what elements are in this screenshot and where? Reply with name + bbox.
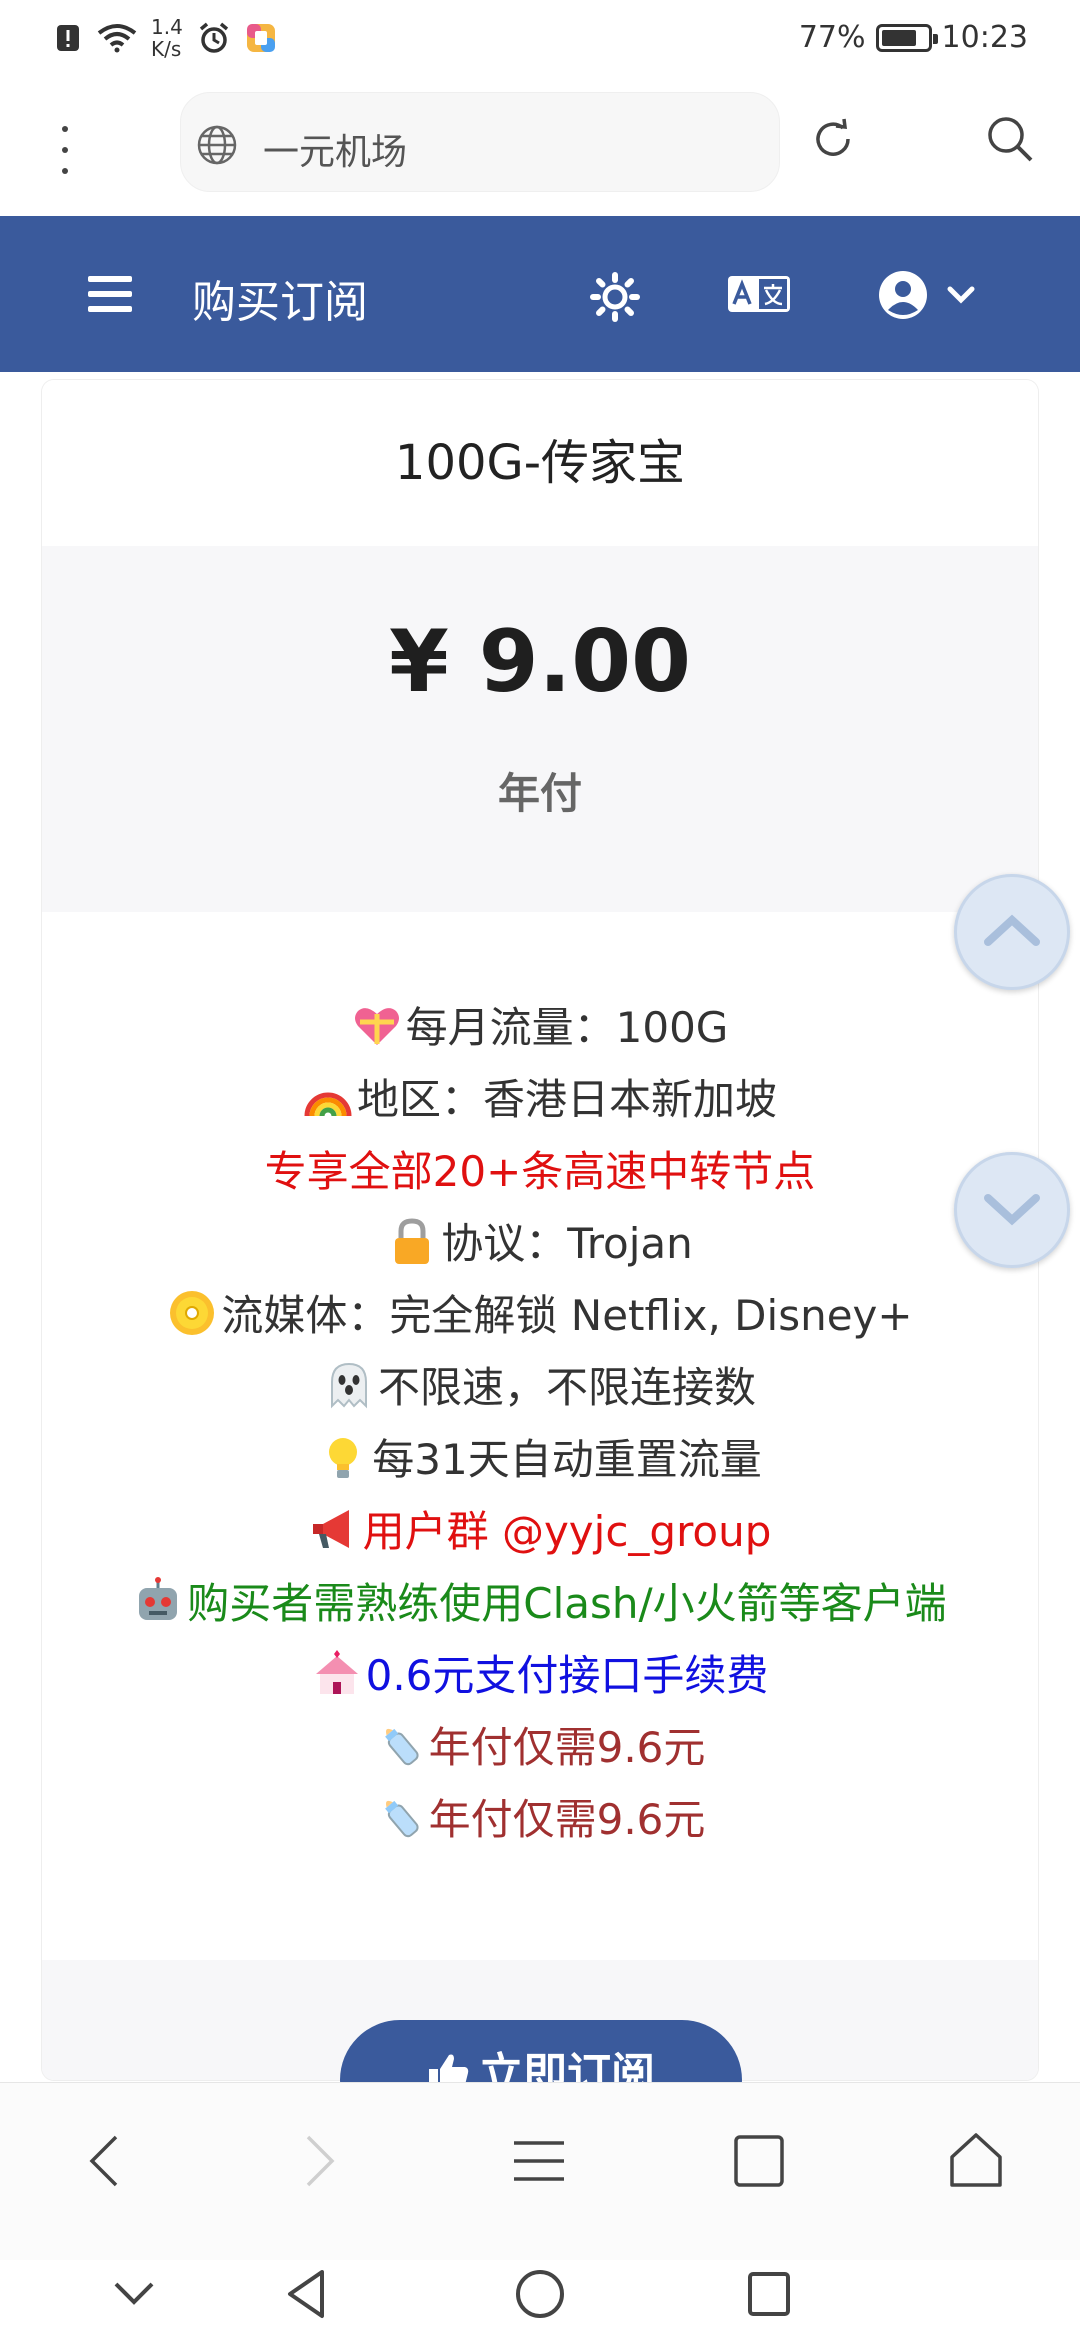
home-icon[interactable] (948, 2131, 1004, 2191)
feature-text: 购买者需熟练使用Clash/小火箭等客户端 (187, 1579, 947, 1628)
baby-bottle-icon (384, 1728, 419, 1766)
scroll-down-button[interactable] (954, 1152, 1070, 1268)
scroll-up-button[interactable] (954, 874, 1070, 990)
back-icon[interactable] (80, 2131, 130, 2191)
battery-percent: 77% (798, 20, 866, 55)
wifi-icon (97, 24, 137, 53)
feature-item: 每31天自动重置流量 (42, 1424, 1038, 1496)
plan-card: 100G-传家宝 ¥ 9.00 年付 每月流量：100G 地区：香港日本新加坡 … (42, 380, 1038, 2080)
feature-text: 专享全部20+条高速中转节点 (264, 1147, 816, 1196)
hide-keyboard-icon[interactable] (112, 2278, 156, 2308)
feature-text: 地区：香港日本新加坡 (356, 1075, 777, 1124)
megaphone-icon (312, 1510, 349, 1548)
feature-item: 购买者需熟练使用Clash/小火箭等客户端 (42, 1568, 1038, 1640)
lock-icon (395, 1218, 430, 1264)
status-bar: 1.4 K/s 77% 10:23 (0, 0, 1080, 80)
price-section: ¥ 9.00 年付 (42, 546, 1038, 912)
scroll-down-icon (984, 1194, 1040, 1226)
reload-icon[interactable] (810, 116, 856, 162)
wedding-icon (315, 1650, 358, 1694)
feature-item: 专享全部20+条高速中转节点 (42, 1136, 1038, 1208)
nav-back-icon[interactable] (282, 2266, 332, 2322)
network-speed-value: 1.4 (151, 15, 183, 39)
nav-home-icon[interactable] (514, 2266, 566, 2322)
feature-item: 每月流量：100G (42, 992, 1038, 1064)
url-field[interactable]: 一元机场 (180, 92, 780, 192)
feature-list: 每月流量：100G 地区：香港日本新加坡 专享全部20+条高速中转节点 协议：T… (42, 912, 1038, 1960)
feature-item: 地区：香港日本新加坡 (42, 1064, 1038, 1136)
user-avatar-icon (879, 271, 927, 319)
feature-text: 协议：Trojan (441, 1219, 693, 1268)
feature-text: 用户群 @yyjc_group (362, 1507, 772, 1556)
feature-item: 流媒体：完全解锁 Netflix, Disney+ (42, 1280, 1038, 1352)
feature-text: 每月流量：100G (405, 1003, 729, 1052)
feature-item: 年付仅需9.6元 (42, 1784, 1038, 1856)
status-left-icons: 1.4 K/s (55, 16, 277, 60)
feature-item: 不限速，不限连接数 (42, 1352, 1038, 1424)
search-icon[interactable] (985, 114, 1035, 164)
feature-text: 流媒体：完全解锁 Netflix, Disney+ (221, 1291, 913, 1340)
app-notification-icon (246, 24, 275, 52)
scroll-up-icon (984, 914, 1040, 946)
menu-lines-icon[interactable] (512, 2131, 566, 2191)
theme-sun-icon[interactable] (590, 272, 640, 322)
network-speed-unit: K/s (151, 37, 182, 61)
feature-item: 年付仅需9.6元 (42, 1712, 1038, 1784)
ghost-icon (330, 1362, 367, 1409)
feature-text: 年付仅需9.6元 (428, 1723, 706, 1772)
status-right: 77% 10:23 (799, 20, 1028, 55)
alarm-icon (199, 22, 228, 53)
browser-address-bar: 一元机场 (0, 80, 1080, 216)
feature-item: 协议：Trojan (42, 1208, 1038, 1280)
battery-icon (875, 23, 938, 52)
plan-price: ¥ 9.00 (389, 612, 691, 712)
baby-bottle-icon (384, 1800, 419, 1838)
url-text: 一元机场 (263, 132, 408, 173)
feature-item: 0.6元支付接口手续费 (42, 1640, 1038, 1712)
nav-recents-icon[interactable] (746, 2268, 792, 2320)
notification-alert-icon (57, 25, 79, 51)
more-vert-icon[interactable] (50, 120, 80, 180)
feature-text: 每31天自动重置流量 (372, 1435, 762, 1484)
gift-heart-icon (354, 1008, 399, 1045)
page-title: 购买订阅 (192, 277, 368, 328)
forward-icon[interactable] (294, 2131, 344, 2191)
tabs-icon[interactable] (732, 2131, 786, 2191)
browser-toolbar (0, 2082, 1080, 2260)
translate-icon[interactable] (728, 276, 790, 312)
battery-level-fill (881, 29, 916, 46)
plan-name: 100G-传家宝 (42, 380, 1038, 546)
app-header: 购买订阅 (0, 216, 1080, 372)
clock: 10:23 (941, 20, 1028, 55)
feature-item: 用户群 @yyjc_group (42, 1496, 1038, 1568)
feature-text: 不限速，不限连接数 (377, 1363, 756, 1412)
user-menu[interactable] (878, 270, 976, 320)
dvd-icon (170, 1291, 215, 1335)
rainbow-icon (304, 1092, 352, 1117)
chevron-down-icon (947, 286, 975, 304)
battery-tip (932, 33, 938, 44)
globe-icon (197, 125, 237, 165)
feature-text: 年付仅需9.6元 (428, 1795, 706, 1844)
lightbulb-icon (329, 1438, 358, 1478)
feature-text: 0.6元支付接口手续费 (365, 1651, 769, 1700)
system-navigation-bar (0, 2260, 1080, 2340)
network-speed: 1.4 K/s (151, 16, 183, 60)
robot-icon (139, 1577, 178, 1620)
menu-icon[interactable] (88, 276, 132, 312)
billing-period: 年付 (497, 769, 582, 818)
